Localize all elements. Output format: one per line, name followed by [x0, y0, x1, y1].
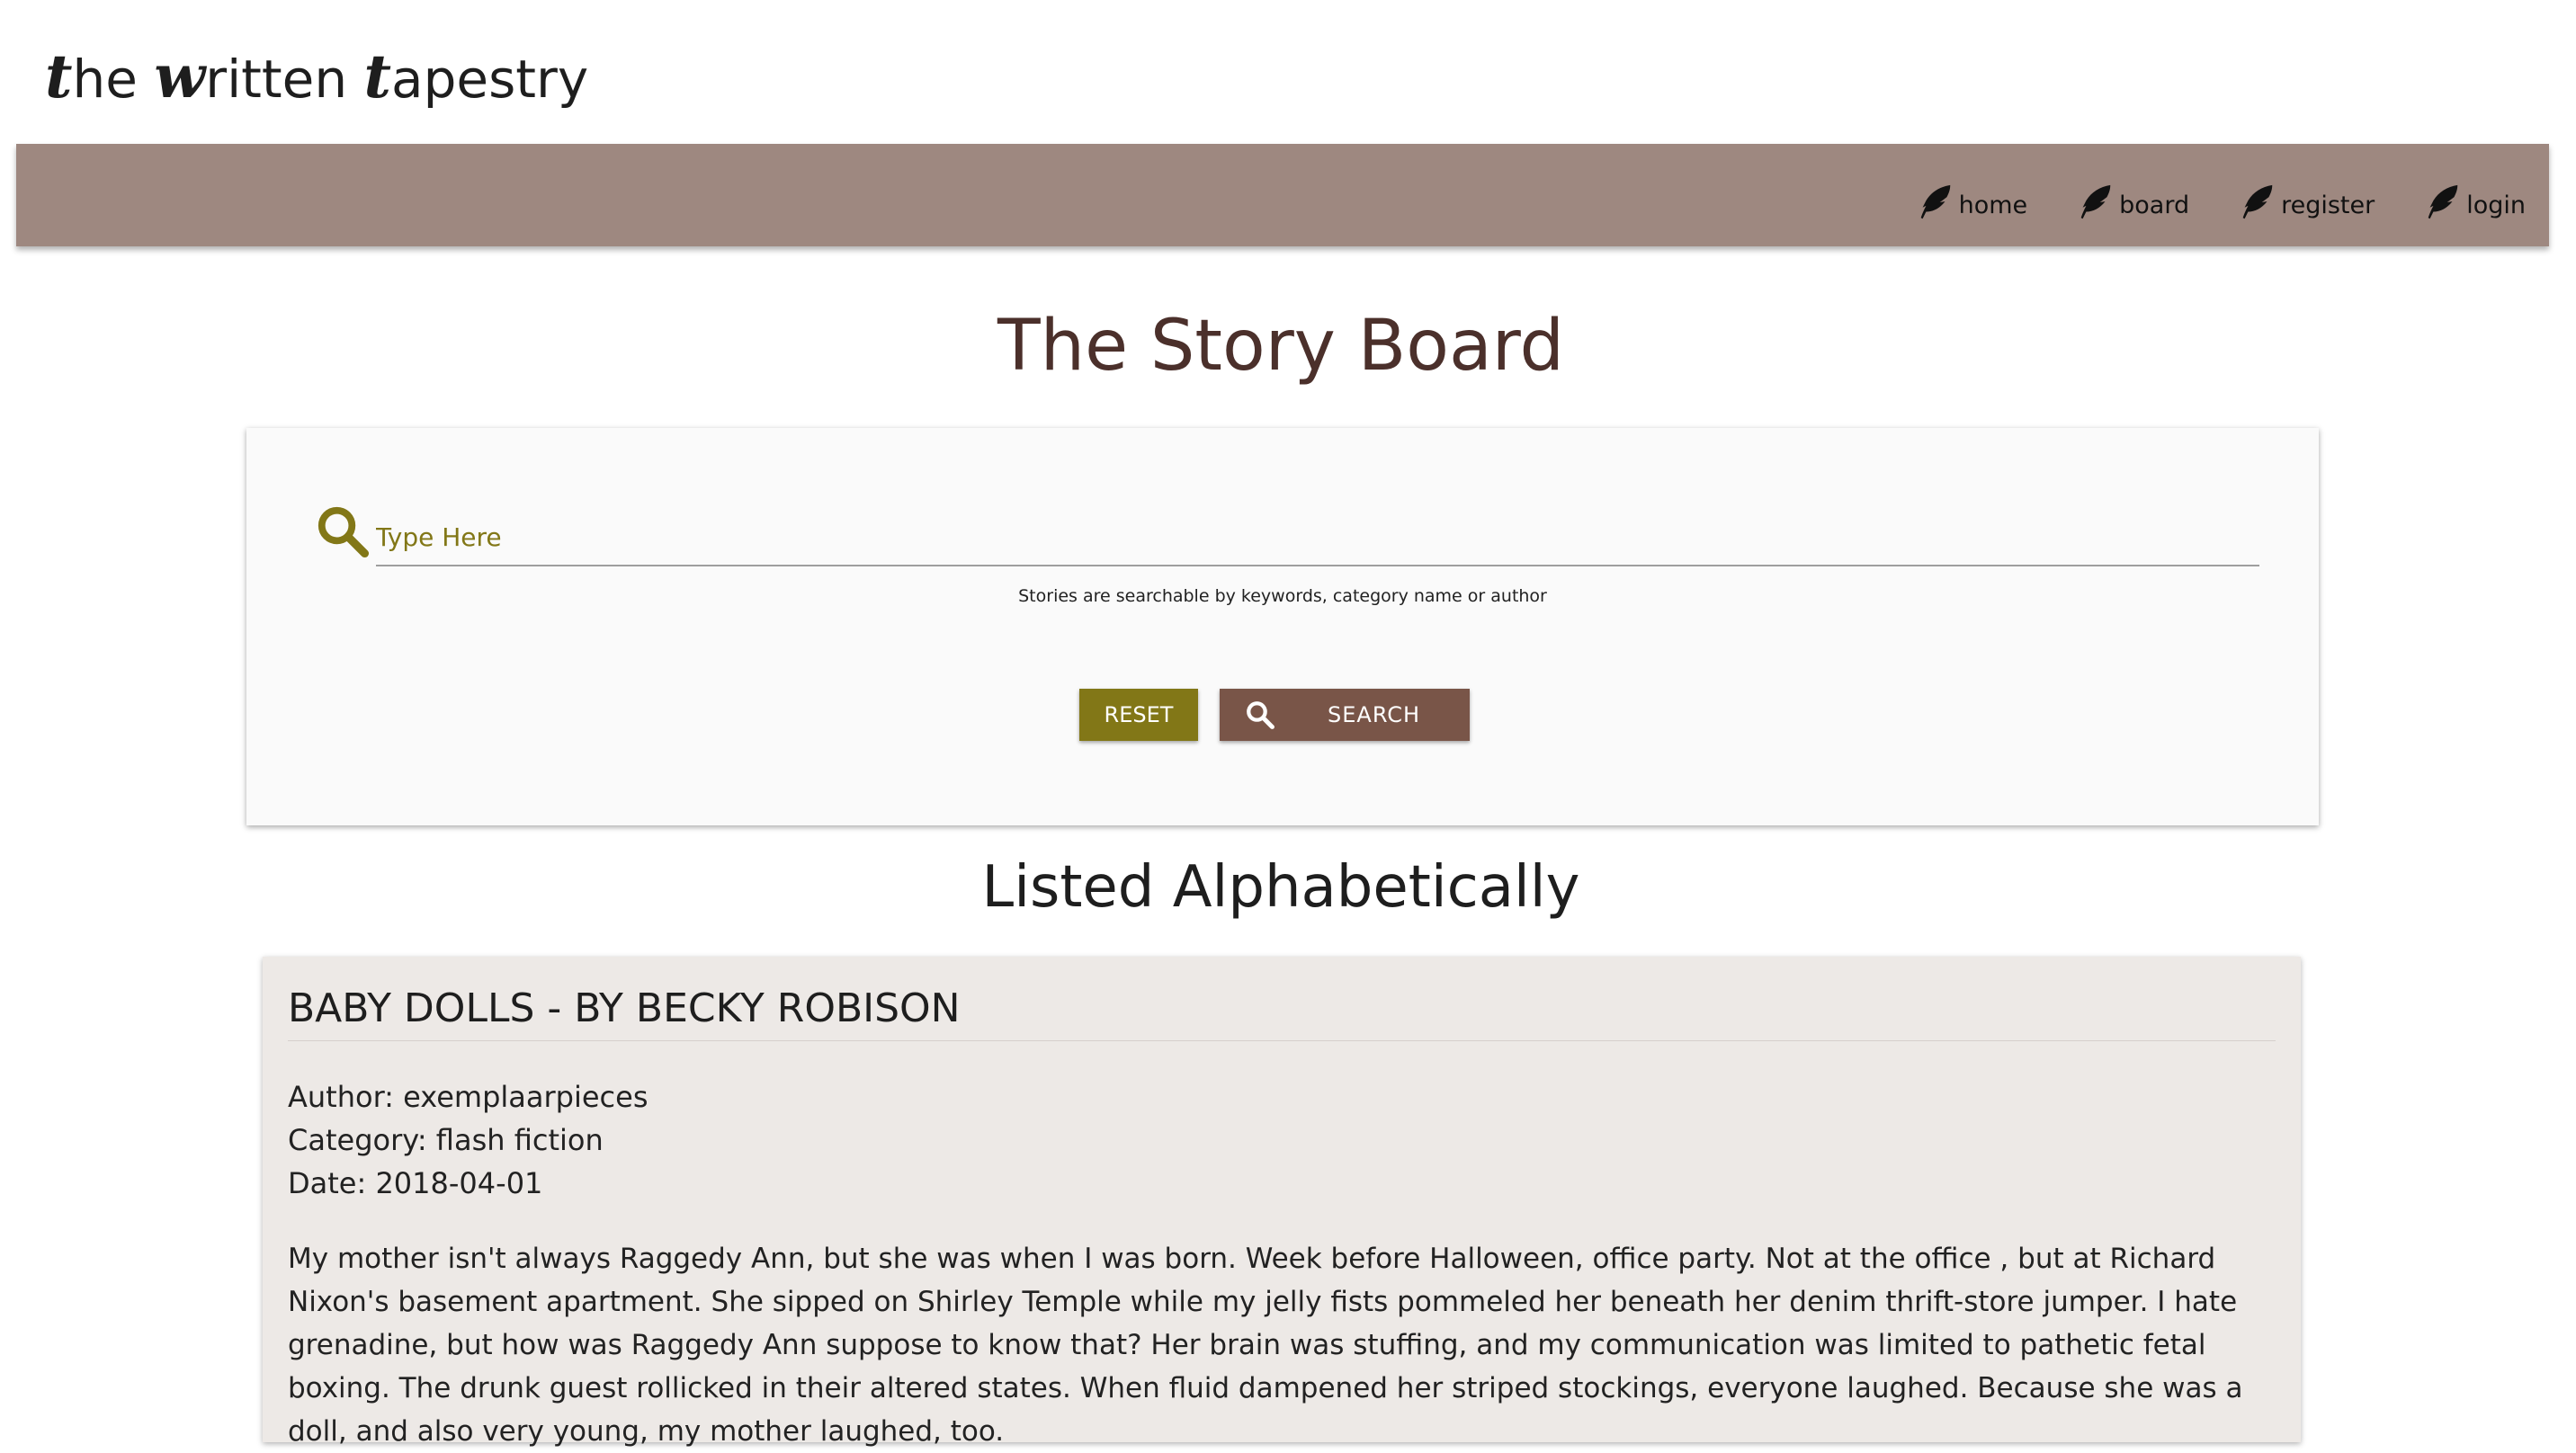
- nav-label: board: [2119, 192, 2190, 219]
- story-card: BABY DOLLS - BY BECKY ROBISON Author: ex…: [263, 957, 2301, 1448]
- search-icon: [318, 506, 370, 558]
- search-helper-text: Stories are searchable by keywords, cate…: [1018, 586, 1547, 606]
- logo-text: he: [72, 49, 155, 110]
- nav-label: register: [2281, 192, 2375, 219]
- feather-icon: [2242, 184, 2273, 219]
- story-title[interactable]: BABY DOLLS - BY BECKY ROBISON: [288, 985, 2276, 1041]
- search-icon: [1247, 701, 1275, 729]
- search-input[interactable]: [376, 509, 2259, 566]
- logo-letter-t: t: [45, 41, 73, 111]
- nav-item-login[interactable]: login: [2421, 171, 2526, 225]
- nav-item-register[interactable]: register: [2236, 171, 2375, 225]
- section-title: Listed Alphabetically: [981, 854, 1580, 921]
- search-button-label: SEARCH: [1328, 702, 1421, 727]
- story-meta: Author: exemplaarpieces Category: flash …: [288, 1075, 648, 1205]
- feather-icon: [2080, 184, 2111, 219]
- nav-item-home[interactable]: home: [1914, 171, 2028, 225]
- logo-text: ritten: [205, 49, 364, 110]
- logo-text: apestry: [391, 49, 589, 110]
- nav-item-board[interactable]: board: [2074, 171, 2189, 225]
- reset-button[interactable]: RESET: [1079, 689, 1198, 741]
- nav-links: home board register login: [1867, 171, 2526, 225]
- feather-icon: [2428, 184, 2458, 219]
- nav-label: login: [2466, 192, 2526, 219]
- feather-icon: [1920, 184, 1950, 219]
- search-button[interactable]: SEARCH: [1220, 689, 1470, 741]
- search-card: Stories are searchable by keywords, cate…: [246, 428, 2319, 825]
- logo-letter-t: t: [363, 41, 392, 111]
- top-navbar: home board register login: [16, 144, 2549, 246]
- nav-label: home: [1958, 192, 2028, 219]
- logo-letter-w: w: [154, 41, 206, 111]
- page-title: The Story Board: [997, 306, 1564, 387]
- story-author: Author: exemplaarpieces: [288, 1080, 648, 1114]
- story-category: Category: flash fiction: [288, 1123, 604, 1157]
- story-date: Date: 2018-04-01: [288, 1166, 543, 1200]
- site-logo[interactable]: the written tapestry: [45, 41, 588, 111]
- story-body: My mother isn't always Raggedy Ann, but …: [288, 1243, 2243, 1448]
